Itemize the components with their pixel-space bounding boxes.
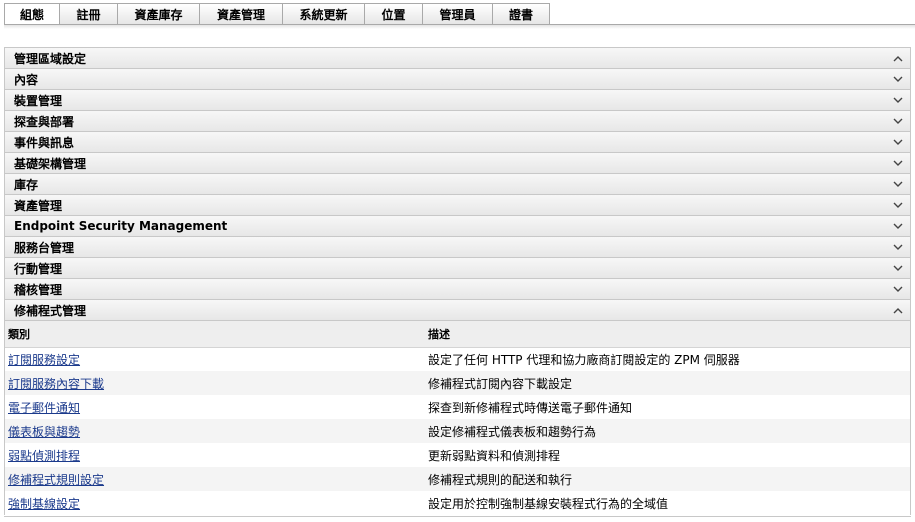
link-patch-policy-settings[interactable]: 修補程式規則設定 [8,473,104,487]
chevron-down-icon[interactable] [892,94,904,106]
table-row: 儀表板與趨勢 設定修補程式儀表板和趨勢行為 [5,419,910,443]
link-vulnerability-detection-schedule[interactable]: 弱點偵測排程 [8,449,80,463]
row-description: 設定用於控制強制基線安裝程式行為的全域值 [428,496,669,511]
row-description: 設定修補程式儀表板和趨勢行為 [425,419,910,443]
link-subscription-content-download[interactable]: 訂閱服務內容下載 [8,377,104,391]
tab-configuration[interactable]: 組態 [4,3,60,25]
section-title: 事件與訊息 [14,135,75,150]
chevron-up-icon[interactable] [892,304,904,316]
chevron-down-icon[interactable] [892,199,904,211]
tab-registration[interactable]: 註冊 [60,3,118,25]
chevron-down-icon[interactable] [892,241,904,253]
tab-administrators[interactable]: 管理員 [423,3,493,25]
table-row: 弱點偵測排程 更新弱點資料和偵測排程 [5,443,910,467]
section-patch-management[interactable]: 修補程式管理 [5,300,910,321]
section-inventory[interactable]: 庫存 [5,174,910,195]
section-discovery-deployment[interactable]: 探查與部署 [5,111,910,132]
table-row: 強制基線設定 設定用於控制強制基線安裝程式行為的全域值 [5,491,910,515]
table-row: 電子郵件通知 探查到新修補程式時傳送電子郵件通知 [5,395,910,419]
section-device-management[interactable]: 裝置管理 [5,90,910,111]
table-row: 訂閱服務內容下載 修補程式訂閱內容下載設定 [5,371,910,395]
table-header-row: 類別 描述 [5,321,910,348]
section-endpoint-security[interactable]: Endpoint Security Management [5,216,910,237]
row-description: 修補程式規則的配送和執行 [425,467,910,491]
panel-bottom-border [4,516,911,517]
section-title: 管理區域設定 [14,51,87,66]
section-title: Endpoint Security Management [14,219,228,233]
link-subscription-service-settings[interactable]: 訂閱服務設定 [8,353,80,367]
link-email-notification[interactable]: 電子郵件通知 [8,401,80,415]
section-title: 資產管理 [14,198,63,213]
row-description: 修補程式訂閱內容下載設定 [425,371,910,395]
section-management-zone-settings[interactable]: 管理區域設定 [5,48,910,69]
tab-shadow [4,25,915,29]
section-title: 行動管理 [14,261,63,276]
section-asset-management[interactable]: 資產管理 [5,195,910,216]
section-content[interactable]: 內容 [5,69,910,90]
section-events-messages[interactable]: 事件與訊息 [5,132,910,153]
tab-bar: 組態 註冊 資產庫存 資產管理 系統更新 位置 管理員 證書 [4,3,550,25]
row-description: 設定了任何 HTTP 代理和協力廠商訂閱設定的 ZPM 伺服器 [428,352,740,367]
section-title: 稽核管理 [14,282,63,297]
section-title: 基礎架構管理 [14,156,87,171]
chevron-down-icon[interactable] [892,220,904,232]
chevron-down-icon[interactable] [892,178,904,190]
section-service-desk[interactable]: 服務台管理 [5,237,910,258]
column-header-category: 類別 [5,321,425,348]
section-audit-management[interactable]: 稽核管理 [5,279,910,300]
tab-asset-inventory[interactable]: 資產庫存 [118,3,200,25]
tab-system-update[interactable]: 系統更新 [283,3,365,25]
tab-locations[interactable]: 位置 [365,3,423,25]
chevron-down-icon[interactable] [892,157,904,169]
chevron-down-icon[interactable] [892,262,904,274]
settings-accordion: 管理區域設定 內容 裝置管理 探查與部署 事件與訊息 基礎架構管理 庫存 資產管… [4,47,911,515]
section-title: 裝置管理 [14,93,63,108]
chevron-down-icon[interactable] [892,136,904,148]
chevron-down-icon[interactable] [892,73,904,85]
link-dashboard-trends[interactable]: 儀表板與趨勢 [8,425,80,439]
tab-certificates[interactable]: 證書 [493,3,550,25]
patch-settings-table: 類別 描述 訂閱服務設定 設定了任何 HTTP 代理和協力廠商訂閱設定的 ZPM… [5,321,910,515]
chevron-up-icon[interactable] [892,52,904,64]
section-title: 內容 [14,72,39,87]
link-mandatory-baseline-settings[interactable]: 強制基線設定 [8,497,80,511]
table-row: 訂閱服務設定 設定了任何 HTTP 代理和協力廠商訂閱設定的 ZPM 伺服器 [5,347,910,371]
section-title: 庫存 [14,177,39,192]
section-title: 探查與部署 [14,114,75,129]
row-description: 探查到新修補程式時傳送電子郵件通知 [428,400,633,415]
section-infrastructure-management[interactable]: 基礎架構管理 [5,153,910,174]
chevron-down-icon[interactable] [892,115,904,127]
section-mobile-management[interactable]: 行動管理 [5,258,910,279]
section-title: 修補程式管理 [14,303,87,318]
column-header-description: 描述 [425,321,910,348]
row-description: 更新弱點資料和偵測排程 [428,448,561,463]
section-title: 服務台管理 [14,240,75,255]
tab-asset-management[interactable]: 資產管理 [200,3,283,25]
chevron-down-icon[interactable] [892,283,904,295]
table-row: 修補程式規則設定 修補程式規則的配送和執行 [5,467,910,491]
